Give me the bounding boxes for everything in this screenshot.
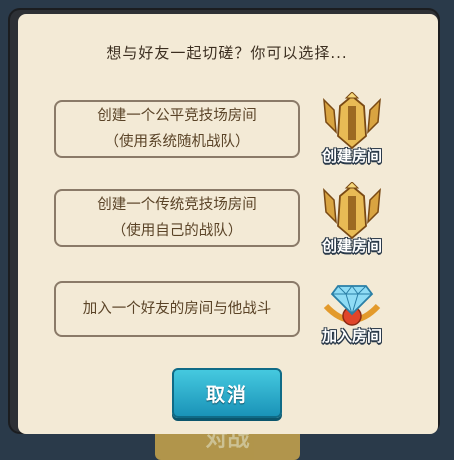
icon-label: 加入房间 [321, 327, 382, 345]
icon-label: 创建房间 [321, 147, 382, 165]
option-line-2: （使用系统随机战队） [104, 134, 250, 150]
option-line-1: 创建一个传统竞技场房间 [97, 197, 257, 213]
cancel-button[interactable]: 取消 [172, 368, 282, 418]
dialog-title: 想与好友一起切磋？你可以选择... [106, 44, 348, 62]
golden-helmet-icon [323, 182, 381, 240]
option-line-1: 创建一个公平竞技场房间 [97, 108, 257, 124]
golden-helmet-icon [323, 92, 381, 150]
create-room-button-fair[interactable]: 创建房间 [312, 92, 392, 166]
traditional-arena-room-option[interactable]: 创建一个传统竞技场房间 （使用自己的战队） [54, 189, 300, 247]
option-line-1: 加入一个好友的房间与他战斗 [82, 301, 272, 317]
join-friend-room-option[interactable]: 加入一个好友的房间与他战斗 [54, 281, 300, 337]
diamond-orb-icon [323, 285, 381, 326]
icon-label: 创建房间 [321, 237, 382, 255]
option-line-2: （使用自己的战队） [111, 223, 243, 239]
fair-arena-room-option[interactable]: 创建一个公平竞技场房间 （使用系统随机战队） [54, 100, 300, 158]
create-room-button-traditional[interactable]: 创建房间 [312, 182, 392, 256]
join-room-button[interactable]: 加入房间 [312, 272, 392, 346]
